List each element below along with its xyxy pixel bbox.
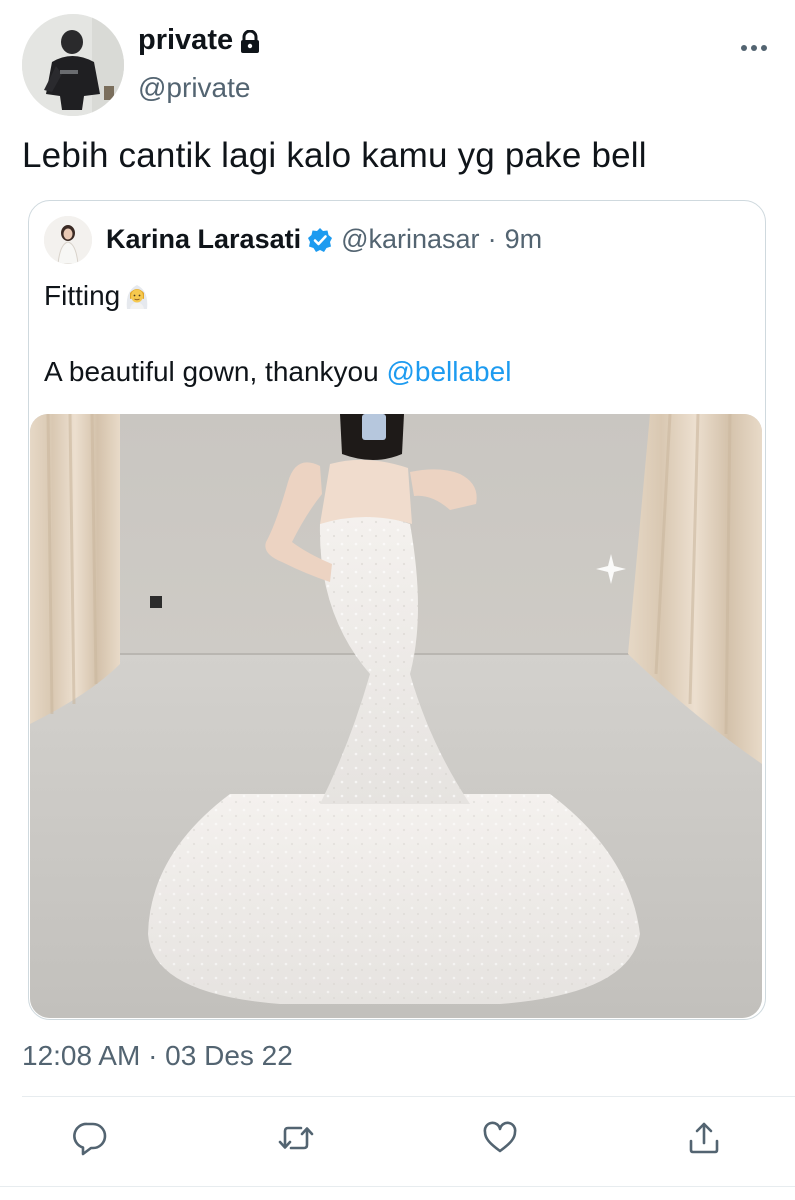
quoted-line2-text: A beautiful gown, thankyou	[44, 356, 387, 387]
more-horizontal-icon[interactable]	[738, 36, 770, 60]
author-name-text: private	[138, 24, 234, 56]
lock-icon	[239, 29, 261, 53]
like-button[interactable]	[478, 1118, 522, 1162]
quoted-tweet-header: Karina Larasati @karinasar · 9m	[106, 224, 542, 255]
heart-icon	[481, 1119, 519, 1162]
tweet-timestamp[interactable]: 12:08 AM · 03 Des 22	[22, 1040, 293, 1072]
divider	[22, 1096, 795, 1097]
mention-link[interactable]: @bellabel	[386, 356, 511, 387]
verified-badge-icon	[307, 227, 333, 253]
retweet-icon	[277, 1119, 315, 1162]
tweet-text: Lebih cantik lagi kalo kamu yg pake bell	[22, 136, 647, 175]
author-handle[interactable]: @private	[138, 72, 250, 104]
reply-icon	[71, 1119, 109, 1162]
share-button[interactable]	[682, 1118, 726, 1162]
author-avatar[interactable]	[22, 14, 124, 116]
author-display-name[interactable]: private	[138, 24, 261, 57]
share-icon	[685, 1119, 723, 1162]
bottom-divider	[0, 1186, 795, 1187]
quoted-tweet-line1: Fitting	[44, 280, 152, 312]
quoted-tweet-time[interactable]: 9m	[505, 224, 543, 255]
bride-with-veil-icon	[122, 281, 152, 311]
header-separator: ·	[487, 224, 497, 254]
quoted-author-name[interactable]: Karina Larasati	[106, 224, 301, 255]
reply-button[interactable]	[68, 1118, 112, 1162]
quoted-tweet-photo[interactable]	[30, 414, 762, 1018]
quoted-line1-text: Fitting	[44, 280, 121, 311]
quoted-author-avatar[interactable]	[44, 216, 92, 264]
quoted-author-handle[interactable]: @karinasar	[341, 224, 479, 255]
quoted-tweet-line2: A beautiful gown, thankyou @bellabel	[44, 356, 511, 388]
retweet-button[interactable]	[274, 1118, 318, 1162]
